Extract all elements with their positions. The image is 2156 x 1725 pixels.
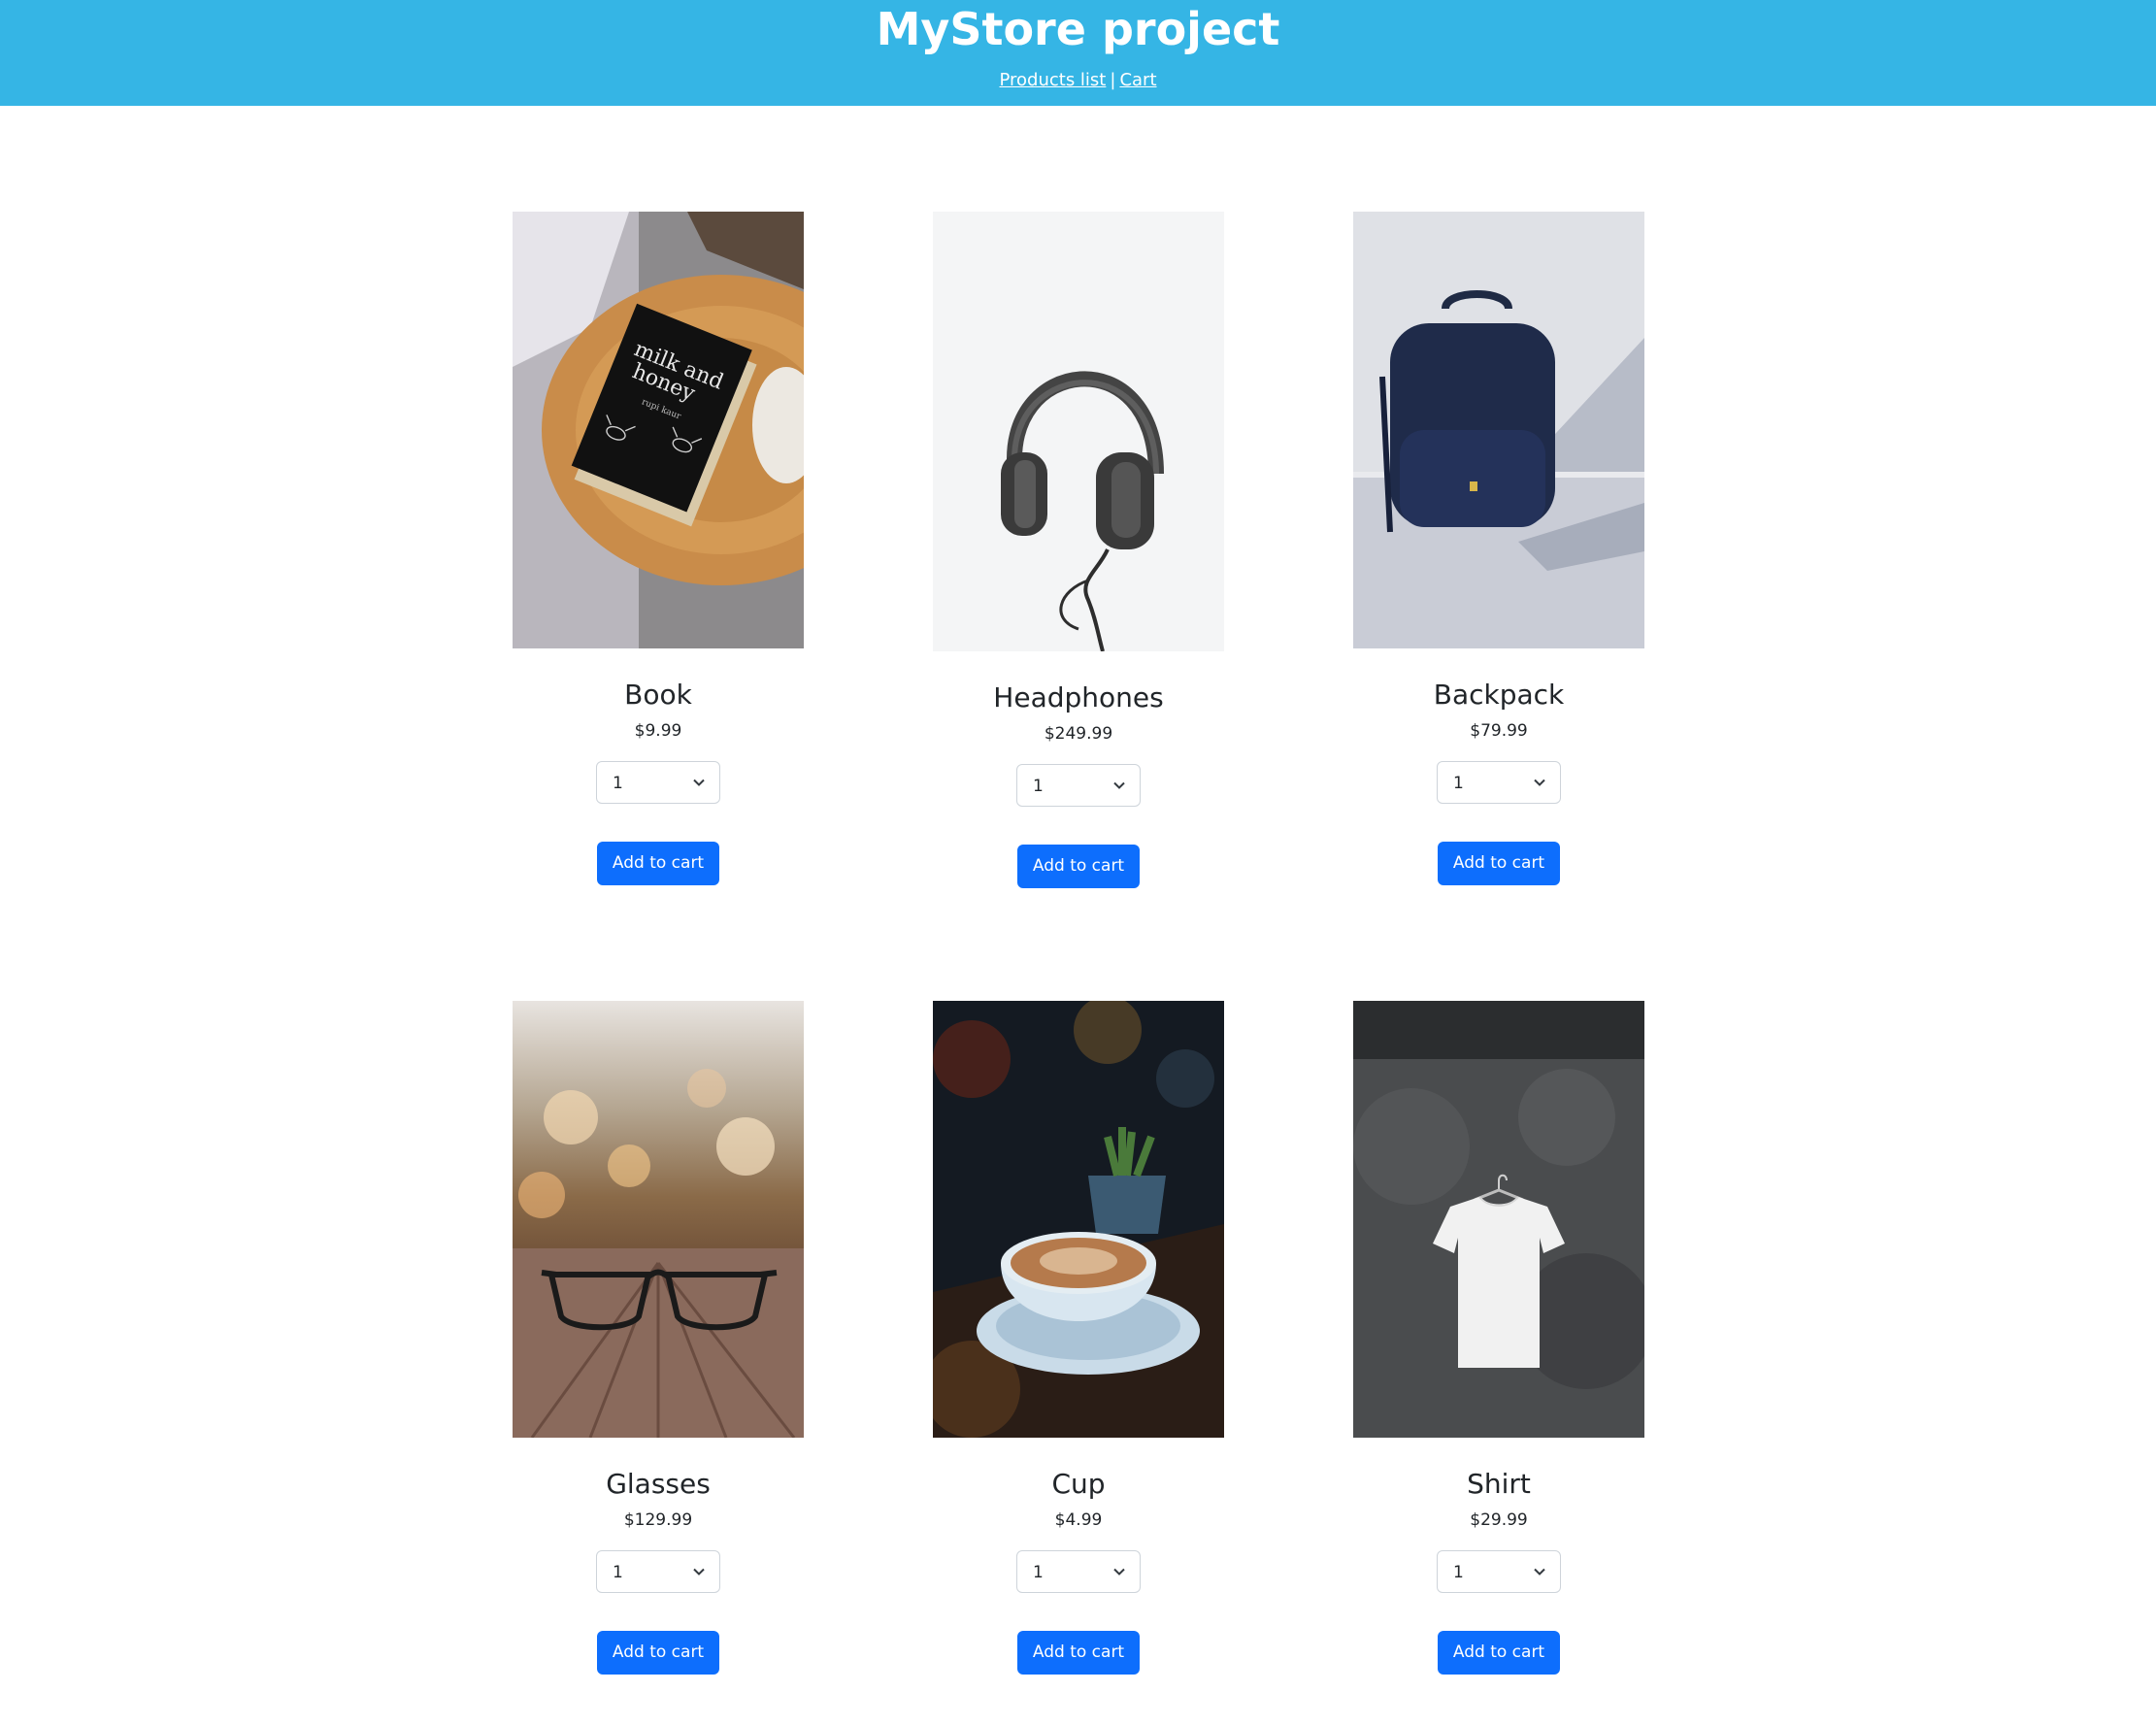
backpack-image[interactable]	[1353, 212, 1644, 648]
quantity-value: 1	[1033, 777, 1044, 796]
site-header: MyStore project Products list | Cart	[0, 0, 2156, 106]
glasses-photo	[513, 1001, 804, 1438]
quantity-select[interactable]: 1	[1016, 764, 1141, 807]
product-card-shirt: Shirt $29.99 1 Add to cart	[1353, 1001, 1644, 1675]
add-to-cart-button[interactable]: Add to cart	[597, 842, 719, 885]
book-photo: milk and honey rupi kaur	[513, 212, 804, 648]
add-to-cart-button[interactable]: Add to cart	[1438, 1631, 1560, 1675]
product-card-glasses: Glasses $129.99 1 Add to cart	[513, 1001, 804, 1675]
chevron-down-icon	[1534, 779, 1545, 786]
shirt-image[interactable]	[1353, 1001, 1644, 1438]
product-name: Headphones	[993, 681, 1164, 713]
product-card-backpack: Backpack $79.99 1 Add to cart	[1353, 212, 1644, 885]
chevron-down-icon	[1113, 1568, 1125, 1576]
chevron-down-icon	[1534, 1568, 1545, 1576]
add-to-cart-button[interactable]: Add to cart	[1017, 1631, 1140, 1675]
product-price: $79.99	[1470, 721, 1528, 741]
product-name: Cup	[1051, 1468, 1106, 1500]
product-price: $9.99	[634, 721, 682, 741]
glasses-image[interactable]	[513, 1001, 804, 1438]
top-nav: Products list | Cart	[0, 68, 2156, 93]
add-to-cart-button[interactable]: Add to cart	[1017, 845, 1140, 888]
headphones-image[interactable]	[933, 212, 1224, 651]
product-card-cup: Cup $4.99 1 Add to cart	[933, 1001, 1224, 1675]
quantity-value: 1	[613, 774, 623, 793]
quantity-select[interactable]: 1	[1016, 1550, 1141, 1593]
product-name: Glasses	[606, 1468, 711, 1500]
product-card-headphones: Headphones $249.99 1 Add to cart	[933, 212, 1224, 888]
add-to-cart-button[interactable]: Add to cart	[597, 1631, 719, 1675]
quantity-value: 1	[1453, 774, 1464, 793]
quantity-select[interactable]: 1	[1437, 761, 1561, 804]
product-price: $249.99	[1044, 724, 1113, 744]
product-price: $129.99	[623, 1510, 693, 1530]
chevron-down-icon	[1113, 781, 1125, 789]
quantity-select[interactable]: 1	[596, 1550, 720, 1593]
nav-separator: |	[1110, 70, 1116, 90]
quantity-select[interactable]: 1	[596, 761, 720, 804]
cup-photo	[933, 1001, 1224, 1438]
shirt-photo	[1353, 1001, 1644, 1438]
product-name: Backpack	[1433, 679, 1565, 711]
headphones-photo	[933, 212, 1224, 651]
quantity-select[interactable]: 1	[1437, 1550, 1561, 1593]
product-price: $4.99	[1054, 1510, 1103, 1530]
backpack-photo	[1353, 212, 1644, 648]
cup-image[interactable]	[933, 1001, 1224, 1438]
site-title: MyStore project	[876, 3, 1280, 55]
add-to-cart-button[interactable]: Add to cart	[1438, 842, 1560, 885]
product-price: $29.99	[1470, 1510, 1528, 1530]
nav-products-link[interactable]: Products list	[999, 70, 1106, 90]
quantity-value: 1	[613, 1563, 623, 1582]
product-card-book: milk and honey rupi kaur Book $9.99 1 Ad…	[513, 212, 804, 885]
product-name: Shirt	[1467, 1468, 1531, 1500]
chevron-down-icon	[693, 1568, 705, 1576]
book-image[interactable]: milk and honey rupi kaur	[513, 212, 804, 648]
nav-cart-link[interactable]: Cart	[1119, 70, 1156, 90]
quantity-value: 1	[1453, 1563, 1464, 1582]
product-name: Book	[624, 679, 692, 711]
chevron-down-icon	[693, 779, 705, 786]
quantity-value: 1	[1033, 1563, 1044, 1582]
